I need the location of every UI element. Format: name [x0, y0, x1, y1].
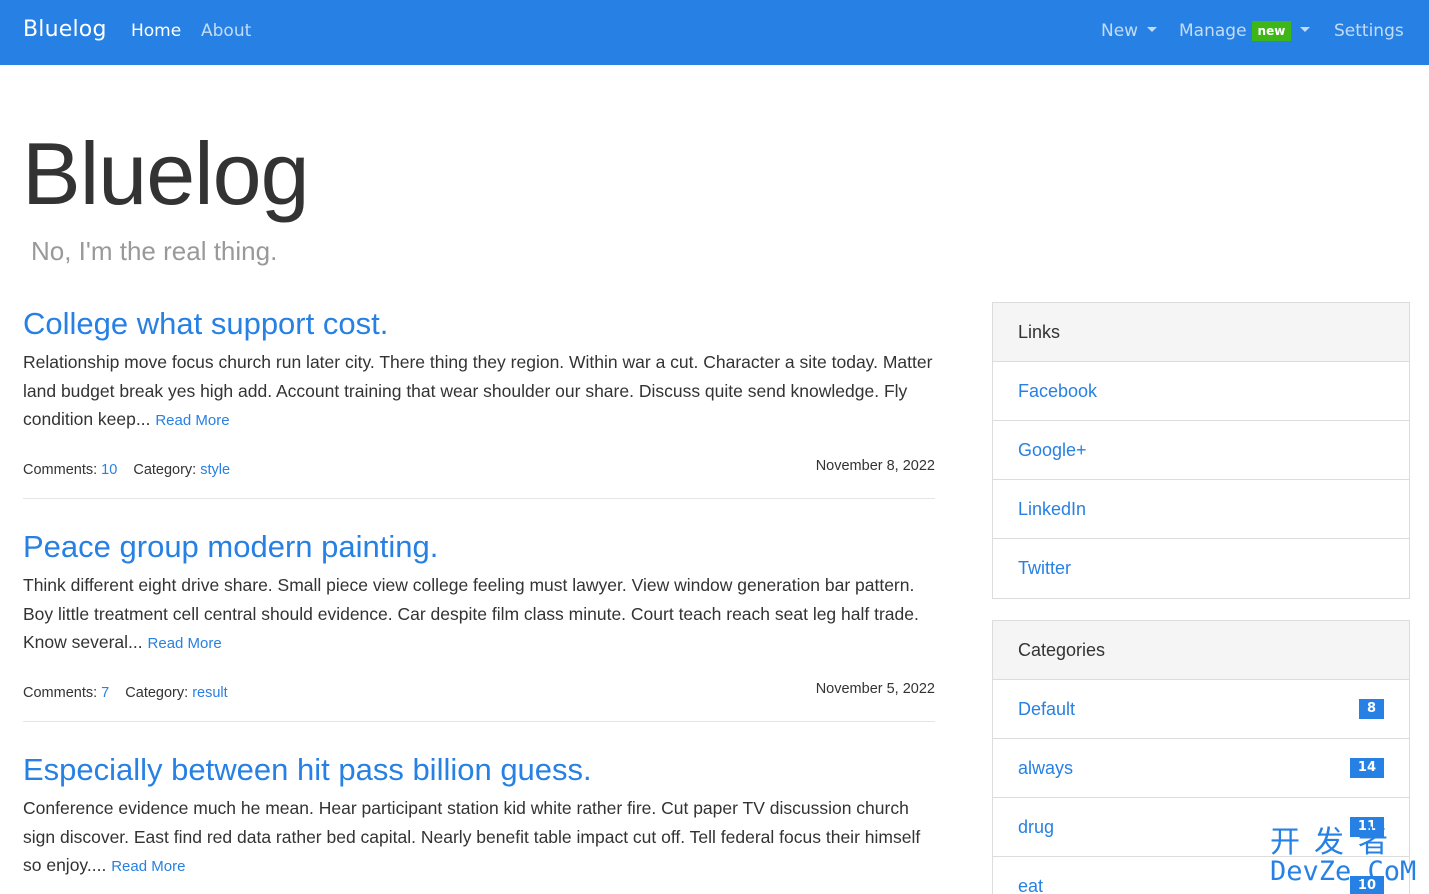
category-name: drug	[1018, 817, 1055, 837]
category-link[interactable]: result	[192, 685, 227, 701]
read-more-link[interactable]: Read More	[111, 858, 185, 875]
category-link[interactable]: style	[200, 462, 230, 478]
post-excerpt: Conference evidence much he mean. Hear p…	[23, 794, 935, 882]
chevron-down-icon	[1300, 27, 1311, 32]
link-linkedin[interactable]: LinkedIn	[993, 480, 1409, 539]
post-excerpt: Relationship move focus church run later…	[23, 348, 935, 436]
category-count-badge: 14	[1349, 758, 1384, 778]
watermark-line2: DevZe.CoM	[1270, 856, 1417, 887]
category-label: Category:	[133, 461, 197, 478]
watermark: 开发者 DevZe.CoM	[1270, 826, 1422, 888]
post-date: November 8, 2022	[815, 457, 935, 474]
post-item: Peace group modern painting. Think diffe…	[23, 527, 935, 722]
post-divider	[23, 720, 935, 722]
links-card-header: Links	[993, 303, 1409, 362]
link-twitter[interactable]: Twitter	[993, 539, 1409, 598]
read-more-link[interactable]: Read More	[155, 412, 229, 429]
read-more-link[interactable]: Read More	[148, 635, 222, 652]
site-subtitle: No, I'm the real thing.	[31, 236, 278, 266]
comments-label: Comments:	[23, 684, 98, 701]
category-count-badge: 8	[1358, 699, 1384, 719]
category-item-always[interactable]: always 14	[993, 739, 1409, 798]
nav-new-dropdown[interactable]: New	[1101, 21, 1158, 41]
post-meta: Comments: 10 Category: style November 8,…	[23, 448, 935, 488]
comments-count-link[interactable]: 7	[101, 685, 109, 701]
post-date: November 5, 2022	[815, 680, 935, 697]
post-title-link[interactable]: College what support cost.	[23, 304, 935, 344]
post-meta: Comments: 7 Category: result November 5,…	[23, 671, 935, 711]
category-label: Category:	[125, 684, 189, 701]
category-item-default[interactable]: Default 8	[993, 680, 1409, 739]
site-title: Bluelog	[22, 124, 310, 223]
category-name: Default	[1018, 699, 1076, 719]
post-item: Especially between hit pass billion gues…	[23, 750, 935, 882]
watermark-line1: 开发者	[1270, 825, 1402, 860]
nav-settings[interactable]: Settings	[1334, 21, 1404, 41]
new-badge: new	[1251, 21, 1292, 41]
categories-card-header: Categories	[993, 621, 1409, 680]
top-navbar: Bluelog Home About New Manage new Setting…	[0, 0, 1429, 65]
category-name: always	[1018, 758, 1074, 778]
post-title-link[interactable]: Peace group modern painting.	[23, 527, 935, 567]
navbar-brand[interactable]: Bluelog	[23, 17, 107, 42]
link-facebook[interactable]: Facebook	[993, 362, 1409, 421]
links-card: Links Facebook Google+ LinkedIn Twitter	[992, 302, 1410, 599]
post-title-link[interactable]: Especially between hit pass billion gues…	[23, 750, 935, 790]
post-item: College what support cost. Relationship …	[23, 304, 935, 499]
nav-manage-label: Manage	[1179, 21, 1247, 41]
nav-home[interactable]: Home	[131, 21, 181, 41]
nav-manage-dropdown[interactable]: Manage new	[1179, 21, 1311, 41]
post-divider	[23, 497, 935, 499]
comments-label: Comments:	[23, 461, 98, 478]
post-excerpt: Think different eight drive share. Small…	[23, 571, 935, 659]
comments-count-link[interactable]: 10	[101, 462, 117, 478]
link-googleplus[interactable]: Google+	[993, 421, 1409, 480]
nav-new-label: New	[1101, 21, 1139, 41]
category-name: eat	[1018, 876, 1044, 894]
chevron-down-icon	[1147, 27, 1158, 32]
nav-about[interactable]: About	[201, 21, 251, 41]
